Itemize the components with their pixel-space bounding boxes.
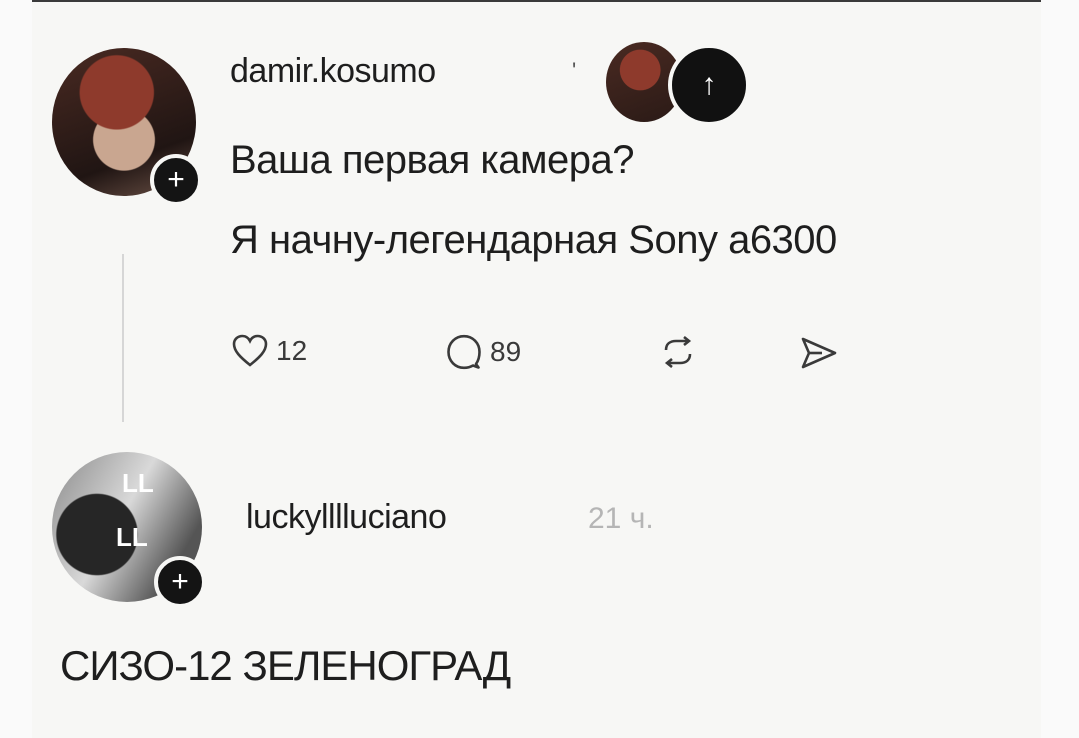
post-username[interactable]: damir.kosumo <box>230 52 436 91</box>
post-text-line-1: Ваша первая камера? <box>230 138 634 182</box>
send-icon <box>801 337 837 369</box>
thread-line <box>122 254 124 422</box>
post-text-line-2: Я начну-легендарная Sony a6300 <box>230 218 837 262</box>
avatar-mark-bottom: LL <box>116 522 148 552</box>
arrow-up-icon[interactable]: ↑ <box>668 44 750 126</box>
like-button[interactable]: 12 <box>232 334 307 368</box>
follow-plus-icon[interactable]: + <box>154 556 206 608</box>
repost-button[interactable] <box>660 336 696 368</box>
heart-icon <box>232 334 268 367</box>
repost-icon <box>664 336 692 368</box>
right-margin <box>1041 0 1079 738</box>
username-tick: ' <box>572 58 577 83</box>
reply-username[interactable]: luckylllluciano <box>246 498 447 537</box>
comment-count: 89 <box>490 336 522 367</box>
comment-bubble-icon <box>447 334 481 370</box>
follow-plus-icon[interactable]: + <box>150 154 202 206</box>
like-count: 12 <box>276 335 308 366</box>
reply-text: СИЗО-12 ЗЕЛЕНОГРАД <box>60 642 511 689</box>
share-button[interactable] <box>800 336 838 370</box>
left-margin <box>0 0 32 738</box>
reply-timestamp: 21 ч. <box>588 502 654 535</box>
avatar-mark-top: LL <box>122 468 154 498</box>
comment-button[interactable]: 89 <box>446 334 521 370</box>
